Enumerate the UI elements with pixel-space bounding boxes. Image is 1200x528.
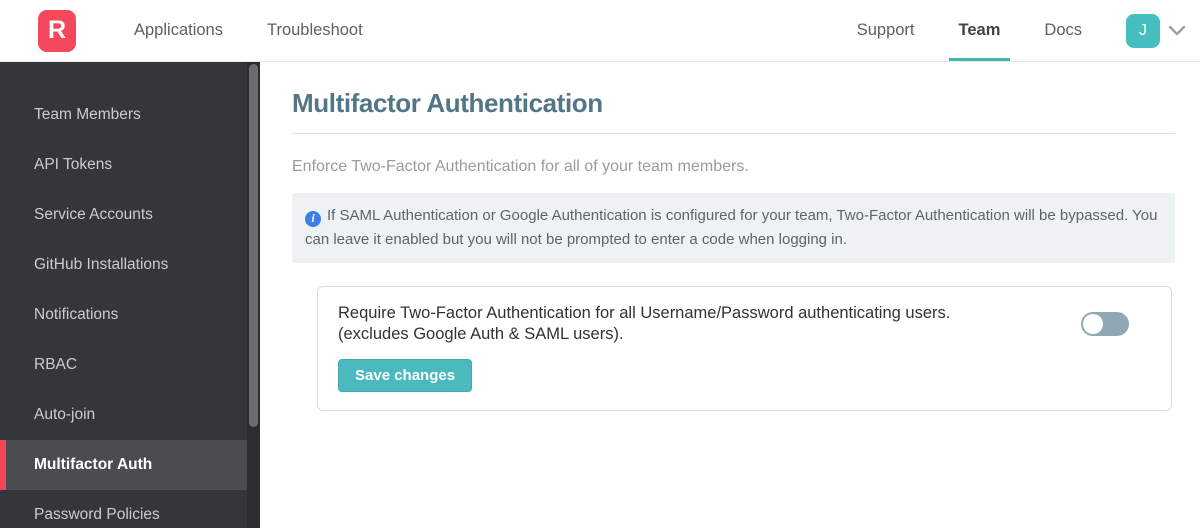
page-description: Enforce Two-Factor Authentication for al…: [292, 158, 749, 175]
sidebar-item-notifications[interactable]: Notifications: [0, 290, 260, 340]
avatar[interactable]: J: [1126, 13, 1160, 48]
sidebar-item-github-installations[interactable]: GitHub Installations: [0, 240, 260, 290]
sidebar-item-multifactor-auth[interactable]: Multifactor Auth: [0, 440, 260, 490]
saml-info-note: i If SAML Authentication or Google Authen…: [292, 193, 1175, 263]
chevron-down-icon[interactable]: [1168, 25, 1186, 36]
toggle-knob: [1083, 313, 1103, 334]
sidebar-scrollbar-thumb[interactable]: [249, 64, 258, 427]
rollbar-logo[interactable]: R: [38, 9, 76, 52]
sidebar-item-team-members[interactable]: Team Members: [0, 90, 260, 140]
sidebar-item-rbac[interactable]: RBAC: [0, 340, 260, 390]
title-divider: [292, 133, 1175, 134]
nav-item-team[interactable]: Team: [948, 0, 1011, 61]
sidebar-item-api-tokens[interactable]: API Tokens: [0, 140, 260, 190]
nav-item-support[interactable]: Support: [847, 0, 925, 61]
user-menu[interactable]: J: [1126, 13, 1186, 48]
save-changes-button[interactable]: Save changes: [338, 359, 473, 393]
nav-item-applications[interactable]: Applications: [124, 0, 233, 61]
page-body: Team Members API Tokens Service Accounts…: [0, 62, 1200, 528]
info-icon: i: [305, 210, 321, 227]
setting-label-line2: (excludes Google Auth & SAML users).: [338, 324, 624, 343]
two-factor-setting-card: Require Two-Factor Authentication for al…: [317, 286, 1172, 412]
nav-item-troubleshoot[interactable]: Troubleshoot: [257, 0, 373, 61]
settings-sidebar: Team Members API Tokens Service Accounts…: [0, 62, 260, 528]
primary-nav: Applications Troubleshoot: [112, 0, 385, 61]
page-title: Multifactor Authentication: [292, 88, 603, 118]
setting-row: Require Two-Factor Authentication for al…: [338, 303, 1151, 344]
nav-item-docs[interactable]: Docs: [1034, 0, 1092, 61]
sidebar-item-password-policies[interactable]: Password Policies: [0, 490, 260, 528]
secondary-nav: Support Team Docs J: [835, 0, 1186, 61]
setting-label: Require Two-Factor Authentication for al…: [338, 303, 1081, 344]
main-content: Multifactor Authentication Enforce Two-F…: [260, 62, 1200, 528]
sidebar-item-service-accounts[interactable]: Service Accounts: [0, 190, 260, 240]
sidebar-item-label: Multifactor Auth: [34, 456, 153, 473]
top-header: R Applications Troubleshoot Support Team…: [0, 0, 1200, 62]
two-factor-toggle[interactable]: [1081, 311, 1129, 336]
sidebar-item-auto-join[interactable]: Auto-join: [0, 390, 260, 440]
setting-label-line1: Require Two-Factor Authentication for al…: [338, 304, 951, 322]
info-note-text: If SAML Authentication or Google Authent…: [305, 207, 1158, 248]
active-indicator: [0, 440, 6, 490]
